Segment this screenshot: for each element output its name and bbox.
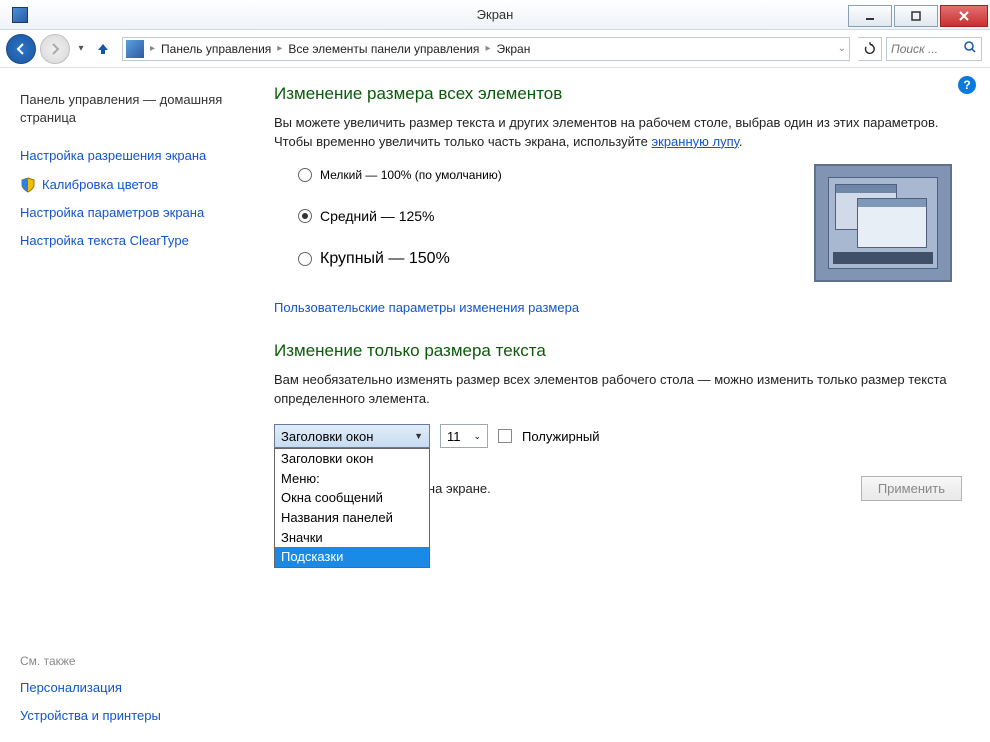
close-button[interactable] — [940, 5, 988, 27]
breadcrumb-seg-1[interactable]: Панель управления — [157, 40, 275, 58]
window-titlebar: Экран — [0, 0, 990, 30]
font-size-value: 11 — [447, 429, 461, 444]
sidebar-link-calibration[interactable]: Калибровка цветов — [42, 171, 158, 199]
see-also-heading: См. также — [20, 654, 248, 668]
radio-large-label: Крупный — 150% — [320, 250, 450, 268]
apply-button[interactable]: Применить — [861, 476, 962, 501]
sidebar-link-cleartype[interactable]: Настройка текста ClearType — [20, 227, 248, 255]
control-panel-icon — [126, 40, 144, 58]
minimize-icon — [864, 10, 876, 22]
desc-all-items: Вы можете увеличить размер текста и друг… — [274, 114, 962, 152]
radio-medium[interactable]: Средний — 125% — [298, 208, 502, 224]
sidebar-home-link[interactable]: Панель управления — домашняя страница — [20, 86, 248, 132]
address-bar[interactable]: ▸ Панель управления ▸ Все элементы панел… — [122, 37, 850, 61]
dropdown-option[interactable]: Значки — [275, 528, 429, 548]
minimize-button[interactable] — [848, 5, 892, 27]
back-arrow-icon — [13, 41, 29, 57]
breadcrumb-seg-2[interactable]: Все элементы панели управления — [284, 40, 483, 58]
sidebar-link-devices[interactable]: Устройства и принтеры — [20, 702, 248, 730]
radio-small-label: Мелкий — 100% (по умолчанию) — [320, 168, 502, 182]
bold-label: Полужирный — [522, 429, 600, 444]
close-icon — [958, 10, 970, 22]
refresh-icon — [863, 42, 877, 56]
size-radio-group: Мелкий — 100% (по умолчанию) Средний — 1… — [298, 164, 502, 268]
desc-text-only: Вам необязательно изменять размер всех э… — [274, 371, 962, 409]
history-dropdown[interactable]: ▾ — [74, 43, 88, 54]
help-button[interactable]: ? — [958, 76, 976, 94]
navigation-toolbar: ▾ ▸ Панель управления ▸ Все элементы пан… — [0, 30, 990, 68]
back-button[interactable] — [6, 34, 36, 64]
window-title: Экран — [477, 7, 514, 22]
breadcrumb-separator-icon: ▸ — [277, 43, 282, 54]
search-icon[interactable] — [963, 40, 977, 57]
dropdown-option[interactable]: Окна сообщений — [275, 488, 429, 508]
sidebar-link-resolution[interactable]: Настройка разрешения экрана — [20, 142, 248, 170]
radio-small[interactable]: Мелкий — 100% (по умолчанию) — [298, 168, 502, 182]
maximize-icon — [910, 10, 922, 22]
app-icon-box — [0, 7, 40, 23]
up-button[interactable] — [92, 38, 114, 60]
element-dropdown-value: Заголовки окон — [281, 429, 373, 444]
search-input[interactable] — [891, 42, 961, 56]
magnifier-link[interactable]: экранную лупу — [652, 134, 739, 149]
main-panel: ? Изменение размера всех элементов Вы мо… — [260, 68, 990, 742]
dropdown-option[interactable]: Заголовки окон — [275, 449, 429, 469]
sidebar: Панель управления — домашняя страница На… — [0, 68, 260, 742]
dropdown-option[interactable]: Подсказки — [275, 547, 429, 567]
radio-icon — [298, 209, 312, 223]
dropdown-option[interactable]: Меню: — [275, 469, 429, 489]
element-dropdown-list: Заголовки окон Меню: Окна сообщений Назв… — [274, 448, 430, 567]
up-arrow-icon — [95, 41, 111, 57]
breadcrumb-separator-icon: ▸ — [150, 43, 155, 54]
sidebar-link-params[interactable]: Настройка параметров экрана — [20, 199, 248, 227]
window-controls — [848, 2, 990, 27]
dropdown-option[interactable]: Названия панелей — [275, 508, 429, 528]
radio-icon — [298, 252, 312, 266]
chevron-down-icon[interactable]: ⌄ — [838, 43, 846, 54]
font-size-dropdown[interactable]: 11 ⌄ — [440, 424, 488, 448]
breadcrumb-seg-3[interactable]: Экран — [492, 40, 534, 58]
content-area: Панель управления — домашняя страница На… — [0, 68, 990, 742]
radio-icon — [298, 168, 312, 182]
text-size-controls: Заголовки окон ▼ Заголовки окон Меню: Ок… — [274, 424, 962, 448]
radio-medium-label: Средний — 125% — [320, 208, 435, 224]
custom-size-link[interactable]: Пользовательские параметры изменения раз… — [274, 300, 962, 315]
refresh-button[interactable] — [858, 37, 882, 61]
radio-large[interactable]: Крупный — 150% — [298, 250, 502, 268]
forward-arrow-icon — [47, 41, 63, 57]
search-box[interactable] — [886, 37, 982, 61]
maximize-button[interactable] — [894, 5, 938, 27]
forward-button[interactable] — [40, 34, 70, 64]
chevron-down-icon: ⌄ — [473, 431, 481, 442]
sidebar-link-personalization[interactable]: Персонализация — [20, 674, 248, 702]
bold-checkbox[interactable] — [498, 429, 512, 443]
heading-text-only: Изменение только размера текста — [274, 341, 962, 361]
element-dropdown[interactable]: Заголовки окон ▼ Заголовки окон Меню: Ок… — [274, 424, 430, 448]
heading-all-items: Изменение размера всех элементов — [274, 84, 962, 104]
breadcrumb-separator-icon: ▸ — [485, 43, 490, 54]
preview-image — [814, 164, 952, 282]
shield-icon — [20, 177, 36, 193]
chevron-down-icon: ▼ — [414, 431, 423, 441]
display-app-icon — [12, 7, 28, 23]
